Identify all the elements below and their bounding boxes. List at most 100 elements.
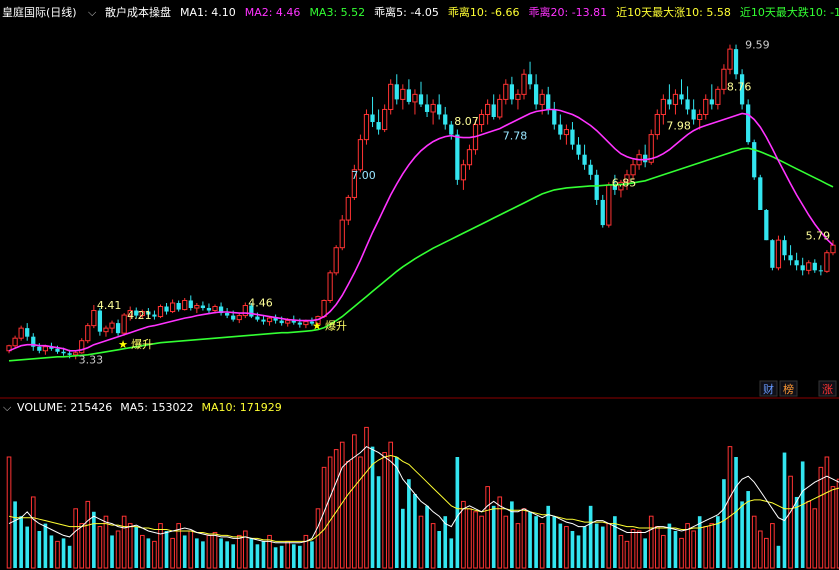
candle-body (764, 210, 769, 241)
volume-bar (776, 545, 781, 568)
volume-bar (164, 531, 169, 568)
candle-body (672, 93, 679, 105)
volume-bar (310, 541, 314, 568)
volume-bar (279, 545, 284, 568)
volume-bar (382, 452, 387, 569)
candle-body (679, 94, 684, 100)
candle-body (394, 84, 399, 100)
volume-bar (636, 530, 642, 569)
volume-bar (236, 534, 242, 569)
volume-menu-icon[interactable]: ⌵ (3, 401, 12, 414)
volume-bar (661, 534, 666, 569)
volume-panel[interactable] (6, 426, 839, 569)
volume-bar (25, 526, 30, 568)
candle-body (400, 88, 406, 100)
candle-body (121, 314, 127, 334)
volume-value-2: MA10: 171929 (201, 401, 281, 414)
volume-bar (195, 538, 199, 568)
dropdown-icon[interactable]: ⌵ (88, 6, 97, 19)
volume-bar (182, 535, 187, 568)
volume-bar (321, 466, 327, 569)
candle-body (546, 94, 551, 110)
volume-bar (497, 496, 503, 569)
volume-bar (679, 537, 684, 569)
candle-body (715, 88, 721, 105)
volume-bar (170, 537, 175, 569)
volume-bar (521, 508, 527, 569)
candle-body (758, 177, 763, 210)
candle-body (152, 314, 157, 317)
star-icon: ★ (118, 338, 128, 351)
price-label: 4.41 (97, 299, 122, 312)
candle-body (376, 122, 381, 130)
volume-bar (188, 530, 194, 569)
candle-body (582, 154, 587, 165)
candle-body (327, 272, 333, 301)
price-label: 6.85 (612, 176, 637, 189)
volume-bar (770, 523, 775, 569)
price-label: 4.21 (127, 309, 152, 322)
candle-body (333, 247, 339, 274)
volume-bar (43, 523, 48, 568)
price-label: 7.78 (503, 130, 528, 143)
candle-body (85, 325, 91, 342)
candle-body (491, 104, 496, 117)
badge-bang-label: 榜 (783, 382, 794, 396)
volume-bar (85, 500, 91, 569)
signal-label: 爆升 (325, 319, 347, 333)
volume-bar (212, 531, 218, 569)
candle-body (788, 255, 793, 261)
volume-bar (654, 526, 660, 569)
volume-bar (158, 523, 163, 569)
candle-body (733, 49, 739, 75)
volume-bar (788, 475, 793, 569)
ma3-line (8, 147, 834, 362)
price-label: 4.46 (248, 296, 273, 309)
candle-body (654, 113, 660, 136)
volume-bar (231, 544, 236, 568)
volume-bar (201, 541, 205, 568)
candle-body (255, 316, 260, 320)
signal-label: 爆升 (131, 337, 153, 351)
candle-body (697, 113, 703, 121)
candle-body (12, 337, 18, 347)
candle-body (303, 321, 309, 326)
candle-body (115, 323, 121, 334)
candle-body (824, 252, 830, 272)
candle-body (800, 265, 805, 271)
volume-bar (315, 508, 321, 569)
candle-body (285, 320, 291, 324)
volume-bar (437, 531, 441, 568)
candle-body (103, 327, 109, 333)
candle-body (357, 139, 364, 171)
volume-bar (134, 526, 139, 568)
volume-bar (418, 515, 424, 569)
volume-bar (709, 523, 715, 569)
volume-bar (582, 526, 587, 568)
stock-title: 皇庭国际(日线) (2, 5, 77, 19)
volume-bar (298, 545, 302, 568)
volume-bar (764, 537, 769, 569)
candle-body (194, 305, 200, 309)
indicator-name[interactable]: 散户成本操盘 (105, 5, 171, 19)
volume-bar (455, 457, 460, 568)
volume-bar (830, 486, 836, 569)
volume-bar (115, 530, 121, 569)
candle-body (266, 317, 273, 323)
volume-bars (6, 426, 839, 569)
volume-bar (461, 500, 466, 569)
volume-bar (30, 496, 36, 569)
volume-bar (19, 516, 23, 568)
candle-body (455, 134, 460, 180)
candle-body (527, 74, 533, 85)
candle-body (261, 319, 266, 322)
volume-bar (352, 434, 357, 569)
candle-body (443, 114, 448, 125)
volume-bar (430, 523, 436, 569)
candle-body (231, 315, 236, 320)
price-label: 9.59 (745, 39, 770, 52)
price-panel[interactable]: 9.59 8.76 8.07 7.98 7.78 7.00 6.85 5.79 4.46 4.41… (6, 39, 839, 367)
indicator-value-6: 近10天最大涨10: 5.58 (616, 5, 731, 19)
candle-body (79, 340, 85, 354)
candle-body (37, 346, 42, 351)
